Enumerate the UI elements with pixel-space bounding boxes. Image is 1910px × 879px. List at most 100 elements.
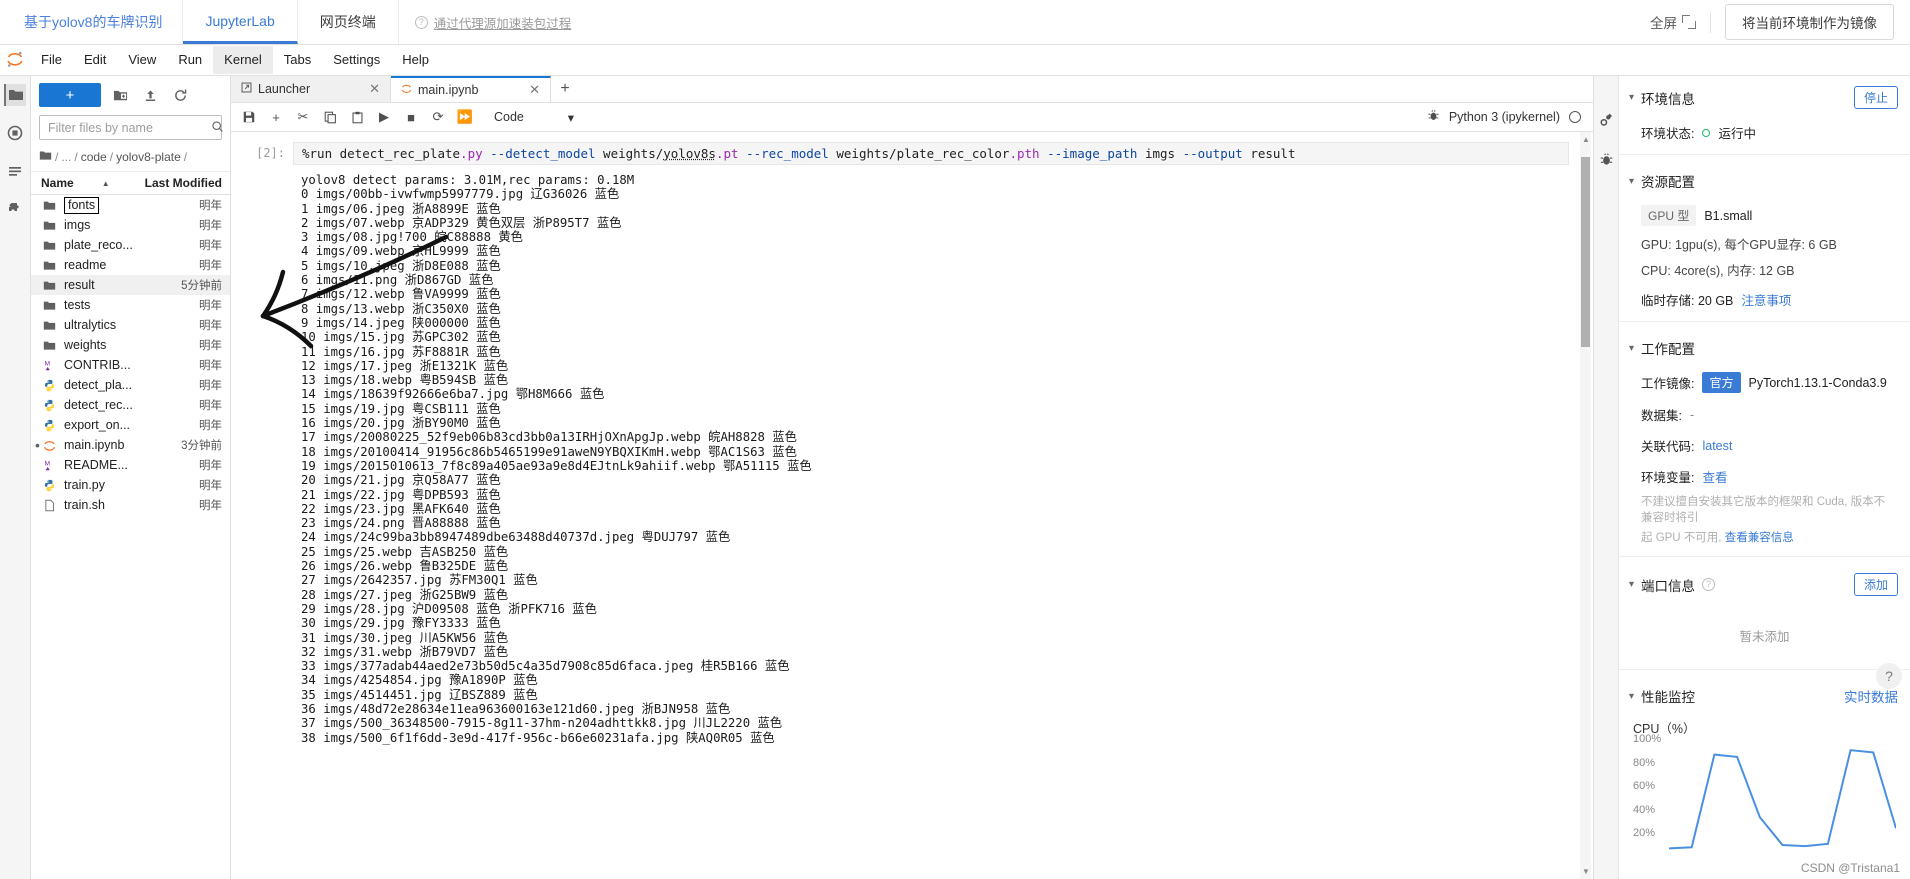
scroll-up-icon[interactable]: ▲ <box>1582 135 1590 144</box>
file-row-readme---[interactable]: M README... 明年 <box>31 455 230 475</box>
menu-file[interactable]: File <box>30 46 73 74</box>
file-name: readme <box>64 258 107 272</box>
compat-info-link[interactable]: 查看兼容信息 <box>1725 532 1794 544</box>
breadcrumb-code[interactable]: code <box>81 150 107 164</box>
file-row-plate-reco---[interactable]: plate_reco... 明年 <box>31 235 230 255</box>
file-row-weights[interactable]: weights 明年 <box>31 335 230 355</box>
new-tab-button[interactable]: + <box>551 76 579 102</box>
debugger-icon[interactable] <box>1427 109 1440 125</box>
copy-icon[interactable] <box>318 106 342 128</box>
running-terminals-icon[interactable] <box>4 122 26 144</box>
cut-icon[interactable]: ✂ <box>291 106 315 128</box>
upload-icon[interactable] <box>139 84 161 106</box>
breadcrumb-project[interactable]: yolov8-plate <box>116 150 181 164</box>
restart-run-all-icon[interactable]: ⏩ <box>453 106 477 128</box>
storage-notes-link[interactable]: 注意事项 <box>1741 290 1791 309</box>
file-row-train-sh[interactable]: train.sh 明年 <box>31 495 230 515</box>
menu-help[interactable]: Help <box>391 46 440 74</box>
search-input[interactable] <box>46 119 211 136</box>
project-brand-tab[interactable]: 基于yolov8的车牌识别 <box>0 0 184 44</box>
breadcrumb-root[interactable]: / <box>55 150 58 164</box>
section-workspace-header[interactable]: ▾ 工作配置 <box>1619 328 1910 366</box>
output-line: 5 imgs/10.jpeg 浙D8E088 蓝色 <box>301 258 501 273</box>
menu-kernel[interactable]: Kernel <box>213 46 273 74</box>
file-modified: 3分钟前 <box>181 440 222 452</box>
file-row-export-on---[interactable]: export_on... 明年 <box>31 415 230 435</box>
close-icon[interactable]: ✕ <box>369 81 380 97</box>
tab-web-terminal[interactable]: 网页终端 <box>298 0 399 44</box>
property-inspector-icon[interactable] <box>1599 112 1614 130</box>
insert-cell-icon[interactable]: + <box>264 106 288 128</box>
file-row-readme[interactable]: readme 明年 <box>31 255 230 275</box>
realtime-data-link[interactable]: 实时数据 <box>1844 686 1898 706</box>
new-launcher-button[interactable]: + <box>39 83 101 107</box>
cell-type-select[interactable]: Code ▾ <box>488 106 580 128</box>
extensions-icon[interactable] <box>4 198 26 220</box>
section-env-info-header[interactable]: ▾ 环境信息 停止 <box>1619 76 1910 117</box>
add-port-button[interactable]: 添加 <box>1853 573 1898 596</box>
stop-icon[interactable]: ■ <box>399 106 423 128</box>
question-icon[interactable]: ? <box>1702 578 1716 591</box>
scrollbar-thumb[interactable] <box>1581 157 1590 347</box>
section-ports-header[interactable]: ▾ 端口信息 ? 添加 <box>1619 563 1910 604</box>
file-row-tests[interactable]: tests 明年 <box>31 295 230 315</box>
file-row-detect-rec---[interactable]: detect_rec... 明年 <box>31 395 230 415</box>
tab-jupyterlab[interactable]: JupyterLab <box>183 0 298 44</box>
stop-env-button[interactable]: 停止 <box>1853 86 1898 109</box>
folder-icon[interactable] <box>4 84 26 106</box>
scroll-down-icon[interactable]: ▼ <box>1582 867 1590 876</box>
output-line: 13 imgs/18.webp 粤B594SB 蓝色 <box>301 373 509 388</box>
notebook-toolbar: + ✂ ▶ ■ ⟳ ⏩ Code ▾ Python 3 (ipykernel) <box>231 103 1593 132</box>
section-workspace-title: 工作配置 <box>1641 342 1696 357</box>
section-resource-title: 资源配置 <box>1641 175 1696 190</box>
commands-icon[interactable] <box>4 160 26 182</box>
proxy-note[interactable]: ? 通过代理源加速装包过程 <box>399 0 588 44</box>
refresh-icon[interactable] <box>169 84 191 106</box>
section-env-info-title: 环境信息 <box>1641 91 1696 107</box>
file-row-result[interactable]: result 5分钟前 <box>31 275 230 295</box>
output-line: 33 imgs/377adab44aed2e73b50d5c4a35d7908c… <box>301 659 790 674</box>
section-perf-title: 性能监控 <box>1641 690 1696 705</box>
new-folder-icon[interactable] <box>109 84 131 106</box>
menu-edit[interactable]: Edit <box>73 46 117 74</box>
section-perf-header[interactable]: ▾ 性能监控 实时数据 <box>1619 676 1910 714</box>
menu-tabs[interactable]: Tabs <box>273 46 322 74</box>
paste-icon[interactable] <box>345 106 369 128</box>
menu-settings[interactable]: Settings <box>322 46 391 74</box>
save-icon[interactable] <box>237 106 261 128</box>
file-filter[interactable] <box>39 115 223 140</box>
fullscreen-label: 全屏 <box>1650 16 1677 31</box>
folder-icon <box>43 339 59 352</box>
menu-view[interactable]: View <box>117 46 167 74</box>
envvar-view-link[interactable]: 查看 <box>1702 467 1727 486</box>
column-last-modified[interactable]: Last Modified <box>145 176 222 190</box>
notebook-scrollbar[interactable]: ▲ ▼ <box>1580 132 1591 879</box>
close-icon[interactable]: ✕ <box>529 82 540 98</box>
file-row-main-ipynb[interactable]: • main.ipynb 3分钟前 <box>31 435 230 455</box>
notebook-scroll-region[interactable]: [2]: %run detect_rec_plate.py --detect_m… <box>231 132 1593 879</box>
menu-run[interactable]: Run <box>167 46 213 74</box>
tab-launcher[interactable]: Launcher ✕ <box>231 76 391 102</box>
kernel-name[interactable]: Python 3 (ipykernel) <box>1449 110 1560 124</box>
fullscreen-button[interactable]: 全屏 <box>1650 12 1696 32</box>
help-button[interactable]: ? <box>1876 663 1902 689</box>
restart-icon[interactable]: ⟳ <box>426 106 450 128</box>
make-image-button[interactable]: 将当前环境制作为镜像 <box>1725 4 1894 40</box>
tab-main-ipynb[interactable]: main.ipynb ✕ <box>391 76 551 102</box>
file-row-fonts[interactable]: fonts 明年 <box>31 195 230 215</box>
file-row-ultralytics[interactable]: ultralytics 明年 <box>31 315 230 335</box>
run-icon[interactable]: ▶ <box>372 106 396 128</box>
file-row-contrib---[interactable]: M CONTRIB... 明年 <box>31 355 230 375</box>
cell-input[interactable]: %run detect_rec_plate.py --detect_model … <box>293 142 1569 165</box>
file-row-train-py[interactable]: train.py 明年 <box>31 475 230 495</box>
file-row-imgs[interactable]: imgs 明年 <box>31 215 230 235</box>
code-value-link[interactable]: latest <box>1702 439 1732 453</box>
env-status-value: 运行中 <box>1718 127 1756 141</box>
column-name[interactable]: Name <box>41 176 74 190</box>
breadcrumb-ellipsis[interactable]: ... <box>61 150 71 164</box>
debugger-icon[interactable] <box>1599 152 1614 170</box>
file-row-detect-pla---[interactable]: detect_pla... 明年 <box>31 375 230 395</box>
breadcrumb[interactable]: / ... / code / yolov8-plate / <box>31 146 230 172</box>
output-line: 36 imgs/48d72e28634e11ea963600163e121d60… <box>301 701 731 716</box>
section-resource-header[interactable]: ▾ 资源配置 <box>1619 161 1910 199</box>
